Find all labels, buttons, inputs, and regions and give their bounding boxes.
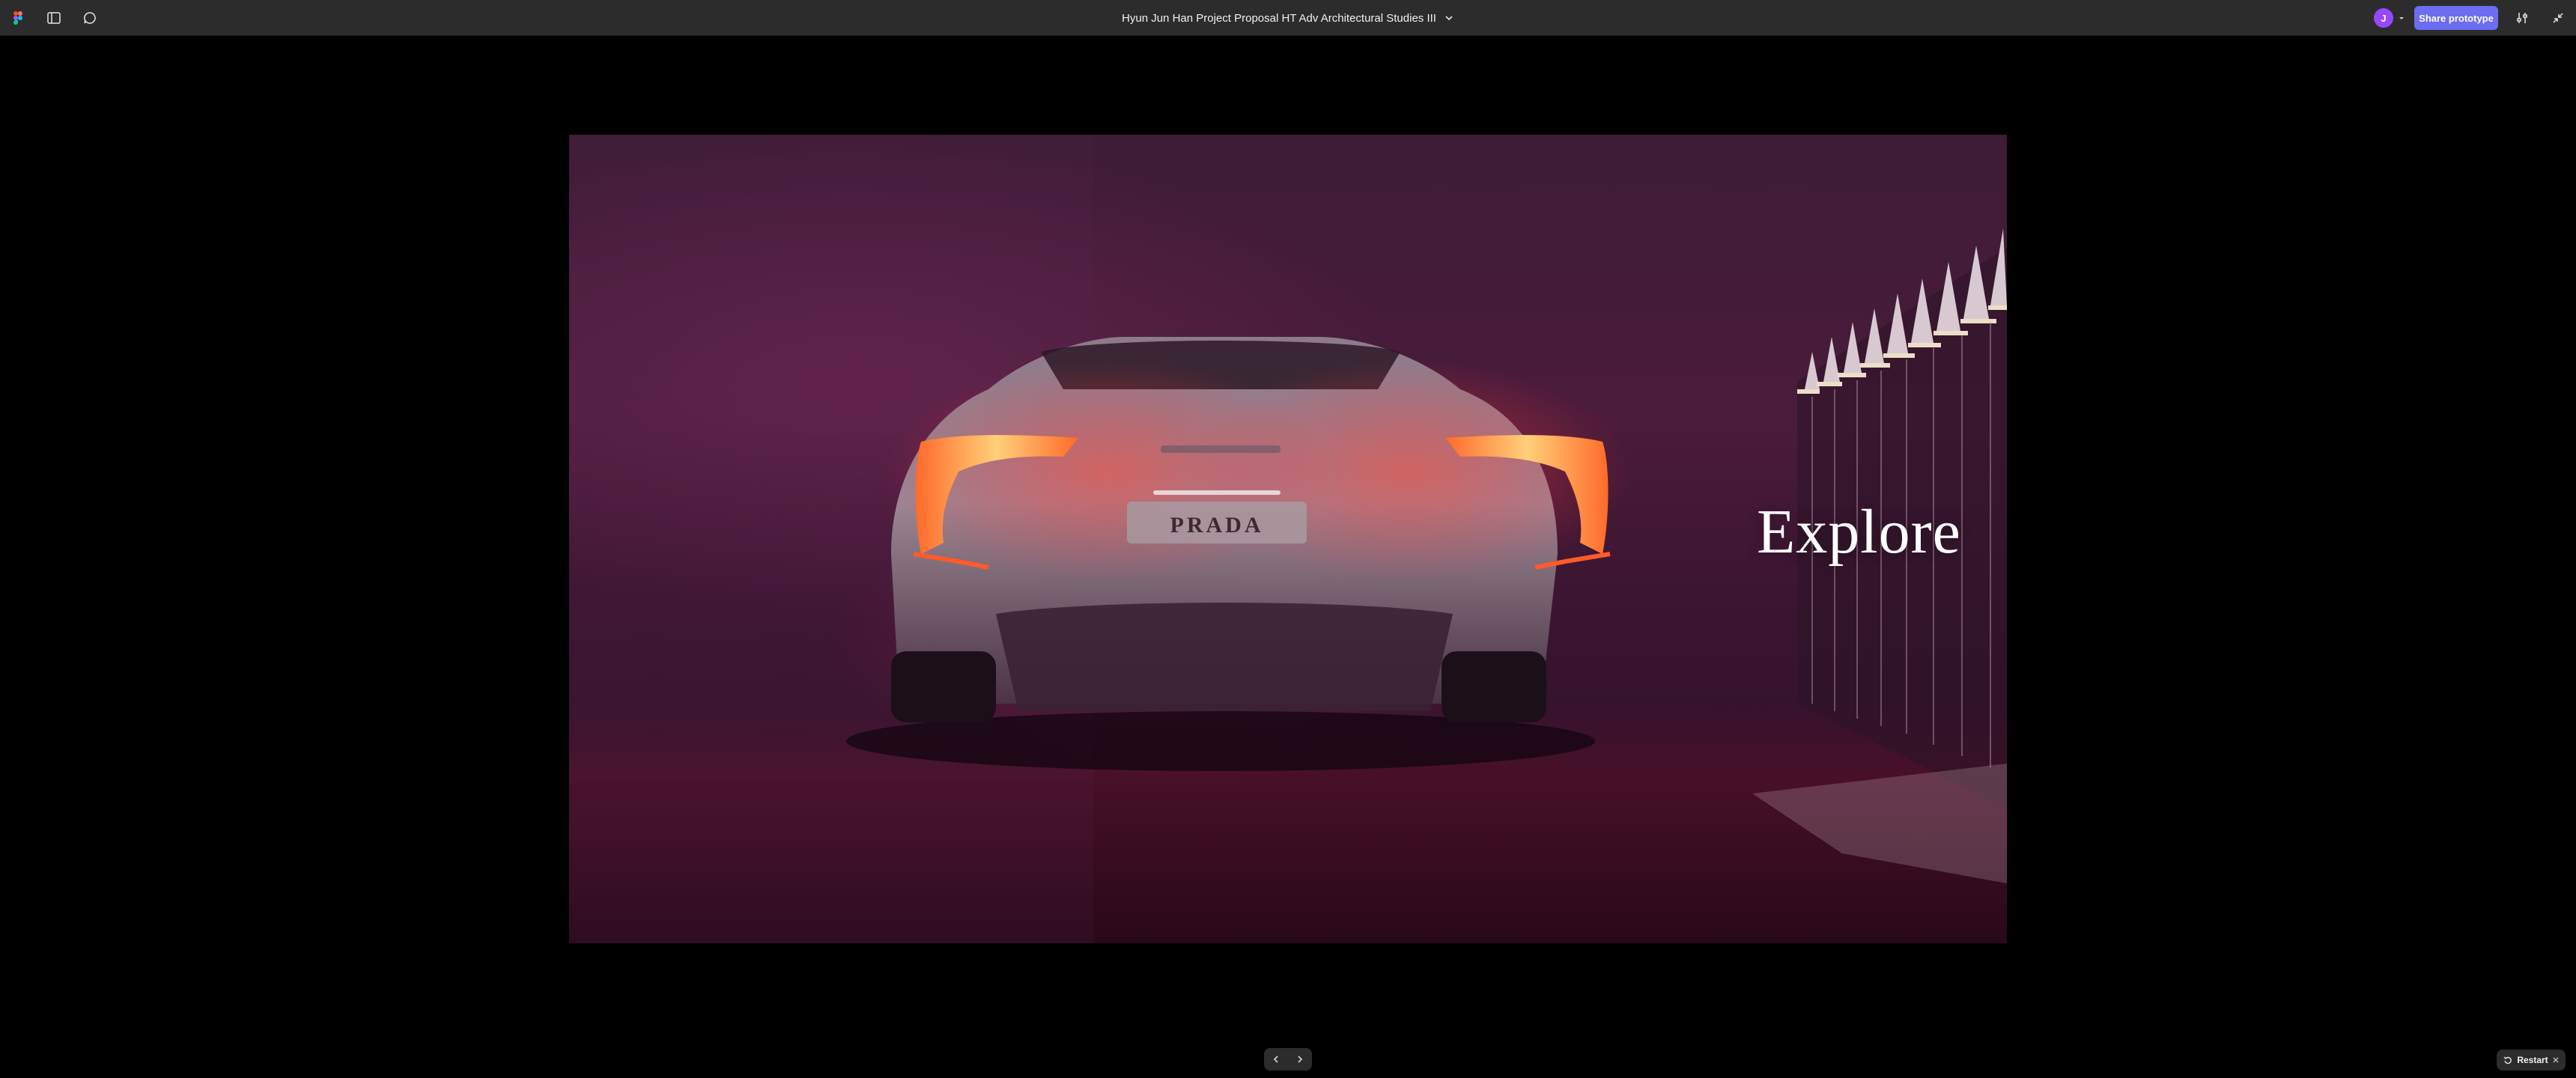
chevron-down-icon: [2399, 17, 2404, 19]
figma-logo-icon[interactable]: [7, 7, 28, 28]
sidebar-toggle-icon[interactable]: [43, 7, 64, 28]
chevron-right-icon: [1298, 1056, 1303, 1063]
avatar: J: [2374, 8, 2393, 28]
prototype-settings-icon[interactable]: [2512, 7, 2533, 28]
previous-button[interactable]: [1266, 1050, 1286, 1069]
prototype-frame[interactable]: PRADA Explore: [569, 135, 2007, 943]
prototype-toolbar: Hyun Jun Han Project Proposal HT Adv Arc…: [0, 0, 2576, 36]
restart-button[interactable]: Restart: [2497, 1050, 2566, 1071]
file-title: Hyun Jun Han Project Proposal HT Adv Arc…: [1122, 11, 1436, 25]
restart-icon: [2503, 1056, 2512, 1065]
file-title-menu[interactable]: Hyun Jun Han Project Proposal HT Adv Arc…: [1114, 7, 1462, 29]
avatar-menu[interactable]: J: [2374, 7, 2405, 28]
explore-heading[interactable]: Explore: [1757, 496, 1961, 568]
chevron-left-icon: [1273, 1056, 1278, 1063]
chevron-down-icon: [1445, 16, 1453, 21]
restart-label: Restart: [2517, 1055, 2548, 1065]
share-prototype-button[interactable]: Share prototype: [2414, 6, 2498, 30]
plate-text: PRADA: [1170, 513, 1264, 538]
slide-navigation: [1264, 1048, 1312, 1071]
close-icon[interactable]: [2553, 1057, 2559, 1063]
next-button[interactable]: [1290, 1050, 1310, 1069]
collapse-icon[interactable]: [2548, 7, 2569, 28]
title-area: Hyun Jun Han Project Proposal HT Adv Arc…: [0, 0, 2576, 36]
comment-icon[interactable]: [79, 7, 100, 28]
